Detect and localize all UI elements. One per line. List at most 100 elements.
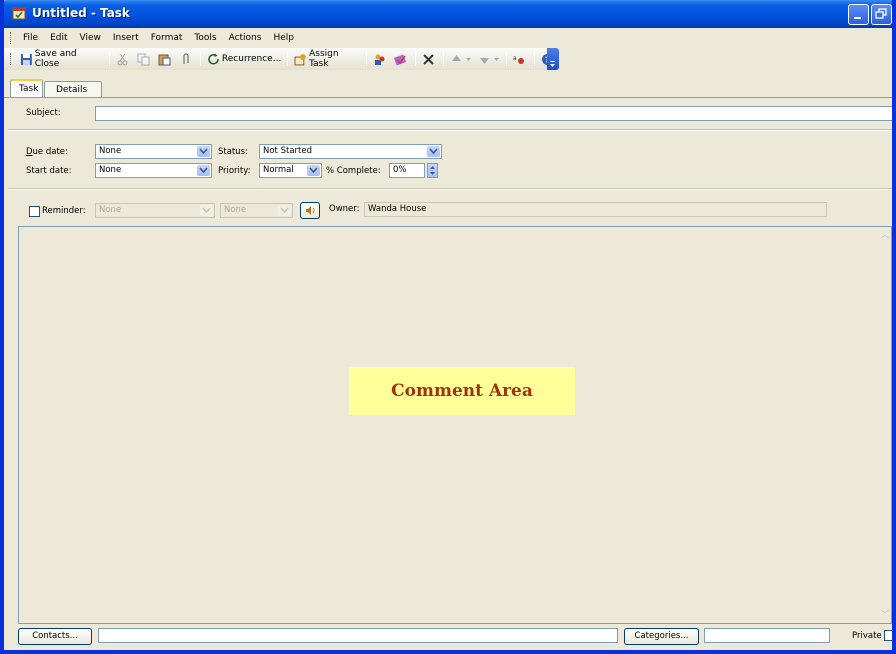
menu-grip[interactable] bbox=[10, 32, 13, 44]
comment-area-callout: Comment Area bbox=[349, 367, 575, 415]
scissors-icon bbox=[117, 53, 128, 65]
paste-button[interactable] bbox=[155, 50, 176, 68]
mark-complete-button[interactable] bbox=[391, 50, 412, 68]
delete-button[interactable] bbox=[419, 50, 440, 68]
task-form: Subject: Due date: None Status: Not Star… bbox=[4, 98, 892, 226]
start-date-label: Start date: bbox=[26, 166, 72, 176]
due-date-combo[interactable]: None bbox=[95, 144, 212, 159]
toolbar-separator bbox=[534, 52, 535, 66]
due-date-value: None bbox=[99, 146, 122, 156]
window-title: Untitled - Task bbox=[32, 6, 130, 20]
save-and-close-label: Save and Close bbox=[34, 49, 77, 69]
scroll-down-icon[interactable]: ﹀ bbox=[879, 609, 891, 621]
toolbar-separator bbox=[108, 52, 110, 66]
minimize-button[interactable] bbox=[848, 4, 869, 25]
assign-task-button[interactable]: Assign Task bbox=[291, 49, 363, 69]
start-date-value: None bbox=[99, 165, 122, 175]
reminder-time-dropdown-button[interactable] bbox=[278, 205, 291, 216]
menu-help[interactable]: Help bbox=[267, 33, 300, 43]
menu-insert[interactable]: Insert bbox=[107, 33, 145, 43]
chevron-down-icon bbox=[429, 148, 438, 155]
tab-strip: Task Details bbox=[4, 70, 892, 98]
reminder-date-combo[interactable]: None bbox=[95, 203, 215, 218]
save-and-close-button[interactable]: Save and Close bbox=[17, 49, 106, 69]
menu-actions[interactable]: Actions bbox=[223, 33, 268, 43]
next-item-button[interactable] bbox=[475, 50, 503, 68]
chevron-down-icon bbox=[550, 61, 555, 67]
comment-area[interactable]: Comment Area ︿ ﹀ bbox=[18, 226, 892, 624]
reminder-time-value: None bbox=[224, 205, 247, 215]
reminder-sound-button[interactable] bbox=[300, 202, 320, 219]
percent-complete-label: % Complete: bbox=[326, 166, 381, 176]
categories-button[interactable]: Categories... bbox=[624, 628, 699, 645]
toolbar-separator bbox=[366, 52, 367, 66]
chevron-down-icon bbox=[280, 207, 289, 214]
private-checkbox[interactable] bbox=[884, 630, 892, 641]
priority-label: Priority: bbox=[218, 166, 251, 176]
reminder-checkbox[interactable] bbox=[29, 206, 40, 217]
cut-button[interactable] bbox=[113, 50, 134, 68]
status-value: Not Started bbox=[263, 146, 312, 156]
address-book-button[interactable] bbox=[370, 50, 391, 68]
subject-field[interactable] bbox=[95, 106, 892, 121]
copy-button[interactable] bbox=[134, 50, 155, 68]
tab-task-label: Task bbox=[19, 84, 39, 94]
paperclip-icon bbox=[183, 53, 189, 64]
recurrence-button[interactable]: Recurrence... bbox=[204, 50, 284, 68]
attach-file-button[interactable] bbox=[176, 50, 197, 68]
status-label: Status: bbox=[218, 147, 248, 157]
toolbar-options-button[interactable] bbox=[547, 48, 559, 70]
percent-complete-field[interactable]: 0% bbox=[389, 163, 425, 178]
contacts-field[interactable] bbox=[98, 628, 618, 643]
save-icon bbox=[20, 53, 32, 65]
percent-complete-spinner[interactable] bbox=[427, 163, 438, 178]
address-book-icon bbox=[375, 54, 385, 65]
menu-file[interactable]: File bbox=[17, 33, 44, 43]
comment-scrollbar[interactable]: ︿ ﹀ bbox=[879, 227, 891, 623]
title-bar[interactable]: Untitled - Task bbox=[4, 0, 892, 28]
due-date-dropdown-button[interactable] bbox=[197, 146, 210, 157]
due-date-label: Due date: bbox=[26, 147, 68, 157]
private-label: Private bbox=[852, 631, 882, 641]
status-dropdown-button[interactable] bbox=[427, 146, 440, 157]
chevron-down-icon bbox=[466, 57, 471, 61]
previous-item-button[interactable] bbox=[447, 50, 475, 68]
menu-tools[interactable]: Tools bbox=[188, 33, 222, 43]
menu-view[interactable]: View bbox=[74, 33, 107, 43]
contacts-button[interactable]: Contacts... bbox=[18, 628, 92, 645]
restore-button[interactable] bbox=[871, 4, 892, 25]
priority-dropdown-button[interactable] bbox=[307, 165, 320, 176]
find-contact-button[interactable]: a bbox=[510, 50, 531, 68]
reminder-date-dropdown-button[interactable] bbox=[200, 205, 213, 216]
chevron-down-icon bbox=[202, 207, 211, 214]
tab-task[interactable]: Task bbox=[10, 79, 43, 98]
task-window: Untitled - Task File Edit View Insert Fo… bbox=[0, 0, 896, 654]
assign-task-label: Assign Task bbox=[309, 49, 339, 69]
menu-bar: File Edit View Insert Format Tools Actio… bbox=[4, 28, 892, 48]
chevron-down-icon bbox=[309, 167, 318, 174]
reminder-time-combo[interactable]: None bbox=[220, 203, 293, 218]
priority-combo[interactable]: Normal bbox=[259, 163, 322, 178]
toolbar-grip[interactable] bbox=[10, 53, 13, 65]
mark-complete-icon bbox=[394, 54, 407, 65]
task-icon bbox=[12, 7, 26, 20]
status-combo[interactable]: Not Started bbox=[259, 144, 442, 159]
menu-edit[interactable]: Edit bbox=[44, 33, 73, 43]
minimize-icon bbox=[854, 17, 861, 19]
paste-icon bbox=[158, 54, 171, 65]
menu-format[interactable]: Format bbox=[145, 33, 189, 43]
delete-icon bbox=[423, 53, 434, 65]
scroll-up-icon[interactable]: ︿ bbox=[879, 229, 891, 241]
categories-field[interactable] bbox=[704, 628, 830, 643]
svg-text:a: a bbox=[513, 55, 517, 62]
tab-details[interactable]: Details bbox=[44, 81, 102, 98]
chevron-down-icon bbox=[494, 57, 499, 61]
start-date-dropdown-button[interactable] bbox=[197, 165, 210, 176]
spinner-arrows-icon bbox=[430, 166, 435, 175]
toolbar-separator bbox=[199, 52, 201, 66]
priority-value: Normal bbox=[263, 165, 294, 175]
start-date-combo[interactable]: None bbox=[95, 163, 212, 178]
categories-button-label: Categories... bbox=[634, 631, 689, 641]
reminder-date-value: None bbox=[99, 205, 122, 215]
find-icon: a bbox=[513, 55, 524, 64]
